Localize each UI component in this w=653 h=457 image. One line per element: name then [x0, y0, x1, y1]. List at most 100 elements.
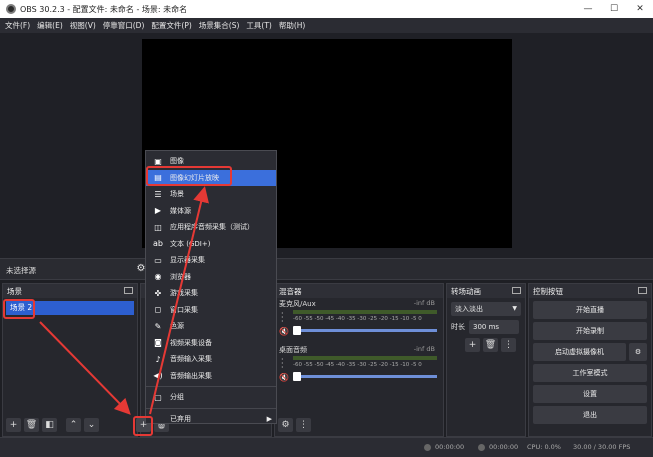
mixer-settings-gear-icon[interactable]: ⚙ — [278, 418, 293, 432]
app-audio-icon: ◫ — [154, 222, 162, 232]
mixer-toolbar: ⚙ ⋮ — [278, 418, 314, 432]
menu-file[interactable]: 文件(F) — [5, 20, 30, 31]
virtual-camera-gear-icon[interactable]: ⚙ — [629, 343, 647, 361]
menu-help[interactable]: 帮助(H) — [279, 20, 306, 31]
add-scene-button[interactable]: + — [6, 418, 21, 432]
stream-dot-icon — [478, 443, 485, 451]
volume-slider[interactable] — [293, 326, 437, 335]
remove-scene-trash-icon[interactable]: 🗑 — [24, 418, 39, 432]
menu-tools[interactable]: 工具(T) — [246, 20, 271, 31]
channel-menu-icon[interactable]: · · · — [281, 310, 284, 326]
rec-status: 00:00:00 — [424, 443, 464, 451]
menu-edit[interactable]: 编辑(E) — [37, 20, 63, 31]
folder-icon: ▢ — [154, 392, 162, 402]
undock-icon[interactable] — [124, 287, 133, 294]
globe-icon: ◉ — [154, 272, 162, 282]
duration-value: 300 ms — [473, 323, 500, 331]
transitions-dock-header: 转场动画 — [447, 284, 525, 298]
no-source-label: 未选择源 — [6, 266, 36, 275]
transitions-dock: 转场动画 淡入淡出 ▼ 时长 300 ms + 🗑 ⋮ — [446, 283, 526, 437]
duration-input[interactable]: 300 ms — [469, 320, 519, 334]
start-recording-button[interactable]: 开始录制 — [533, 322, 647, 340]
status-bar: 00:00:00 00:00:00 CPU: 0.0% 30.00 / 30.0… — [0, 437, 653, 457]
add-transition-button[interactable]: + — [465, 338, 480, 352]
mixer-channel: 麦克风/Aux -inf dB · · · -60 -55 -50 -45 -40 … — [275, 298, 443, 344]
close-button[interactable]: ✕ — [627, 0, 653, 18]
menu-item-deprecated[interactable]: 已弃用 ▶ — [146, 411, 276, 428]
minimize-button[interactable]: — — [575, 0, 601, 18]
menu-item-scene[interactable]: ☰ 场景 — [146, 186, 276, 203]
volume-meter — [293, 310, 437, 314]
move-down-chevron-icon[interactable]: ⌄ — [84, 418, 99, 432]
cpu-usage: CPU: 0.0% — [527, 443, 561, 451]
brush-icon: ✎ — [154, 321, 162, 331]
menu-separator — [146, 386, 276, 387]
mixer-menu-icon[interactable]: ⋮ — [296, 418, 311, 432]
maximize-button[interactable]: ☐ — [601, 0, 627, 18]
menu-item-group[interactable]: ▢ 分组 — [146, 389, 276, 406]
remove-transition-trash-icon[interactable]: 🗑 — [483, 338, 498, 352]
controls-dock: 控制按钮 开始直播 开始录制 启动虚拟摄像机 ⚙ 工作室模式 设置 退出 — [528, 283, 652, 437]
record-dot-icon — [424, 443, 431, 451]
exit-button[interactable]: 退出 — [533, 406, 647, 424]
move-up-chevron-icon[interactable]: ⌃ — [66, 418, 81, 432]
audio-mixer-dock: 混音器 麦克风/Aux -inf dB · · · -60 -55 -50 -45 … — [274, 283, 444, 437]
transition-select[interactable]: 淡入淡出 ▼ — [451, 302, 521, 316]
title-bar: OBS 30.2.3 - 配置文件: 未命名 - 场景: 未命名 — ☐ ✕ — [0, 0, 653, 18]
menu-separator — [146, 407, 276, 409]
start-streaming-button[interactable]: 开始直播 — [533, 301, 647, 319]
speaker-icon: ◀) — [153, 371, 163, 381]
transition-menu-icon[interactable]: ⋮ — [501, 338, 516, 352]
play-icon: ▶ — [154, 206, 162, 216]
highlight-box-add-button — [133, 416, 153, 436]
start-virtual-camera-button[interactable]: 启动虚拟摄像机 — [533, 343, 626, 361]
volume-slider[interactable] — [293, 372, 437, 381]
menu-item-game-capture[interactable]: ✜ 游戏采集 — [146, 285, 276, 302]
duration-label: 时长 — [451, 323, 465, 331]
menu-item-app-audio[interactable]: ◫ 应用程序音频采集（测试） — [146, 219, 276, 236]
transitions-title: 转场动画 — [451, 286, 481, 296]
settings-button[interactable]: 设置 — [533, 385, 647, 403]
menu-view[interactable]: 视图(V) — [70, 20, 96, 31]
preview-area — [0, 33, 653, 258]
menu-item-audio-input[interactable]: ♪ 音频输入采集 — [146, 351, 276, 368]
scenes-title: 场景 — [7, 286, 22, 296]
menu-item-media-source[interactable]: ▶ 媒体源 — [146, 203, 276, 220]
meter-ticks: -60 -55 -50 -45 -40 -35 -30 -25 -20 -15 … — [293, 362, 422, 368]
menu-item-color-source[interactable]: ✎ 色源 — [146, 318, 276, 335]
window-icon: ◻ — [154, 305, 162, 315]
menu-scene-collection[interactable]: 场景集合(S) — [199, 20, 240, 31]
menu-docks[interactable]: 停靠窗口(D) — [103, 20, 145, 31]
mixer-channel: 桌面音频 -inf dB · · · -60 -55 -50 -45 -40 -35… — [275, 344, 443, 390]
mute-speaker-icon[interactable]: 🔇 — [279, 327, 289, 337]
scene-filters-icon[interactable]: ◧ — [42, 418, 57, 432]
channel-menu-icon[interactable]: · · · — [281, 356, 284, 372]
menu-item-display-capture[interactable]: ▭ 显示器采集 — [146, 252, 276, 269]
channel-name: 麦克风/Aux — [279, 300, 316, 308]
menu-item-window-capture[interactable]: ◻ 窗口采集 — [146, 302, 276, 319]
controls-dock-header: 控制按钮 — [529, 284, 651, 298]
scenes-toolbar: + 🗑 ◧ ⌃ ⌄ — [6, 418, 102, 432]
scenes-dock-header: 场景 — [3, 284, 137, 298]
gamepad-icon: ✜ — [154, 288, 162, 298]
window-title: OBS 30.2.3 - 配置文件: 未命名 - 场景: 未命名 — [20, 4, 188, 14]
undock-icon[interactable] — [638, 287, 647, 294]
camera-icon: ◙ — [154, 338, 162, 348]
highlight-box-slideshow — [146, 166, 232, 186]
menu-bar: 文件(F) 编辑(E) 视图(V) 停靠窗口(D) 配置文件(P) 场景集合(S… — [0, 18, 653, 33]
meter-ticks: -60 -55 -50 -45 -40 -35 -30 -25 -20 -15 … — [293, 316, 422, 322]
menu-item-text[interactable]: ab 文本 (GDI+) — [146, 236, 276, 253]
menu-item-audio-output[interactable]: ◀) 音频输出采集 — [146, 368, 276, 385]
menu-profile[interactable]: 配置文件(P) — [151, 20, 191, 31]
stream-status: 00:00:00 — [478, 443, 518, 451]
submenu-arrow-icon: ▶ — [266, 414, 272, 423]
channel-db: -inf dB — [413, 345, 435, 353]
undock-icon[interactable] — [512, 287, 521, 294]
studio-mode-button[interactable]: 工作室模式 — [533, 364, 647, 382]
source-toolbar: 未选择源 ⚙ — [0, 258, 653, 280]
menu-item-browser[interactable]: ◉ 浏览器 — [146, 269, 276, 286]
add-source-context-menu: ▣ 图像 ▤ 图像幻灯片放映 ☰ 场景 ▶ 媒体源 ◫ 应用程序音频采集（测试） ab 文本… — [145, 150, 277, 424]
channel-name: 桌面音频 — [279, 346, 307, 354]
menu-item-video-capture[interactable]: ◙ 视频采集设备 — [146, 335, 276, 352]
mute-speaker-icon[interactable]: 🔇 — [279, 373, 289, 383]
